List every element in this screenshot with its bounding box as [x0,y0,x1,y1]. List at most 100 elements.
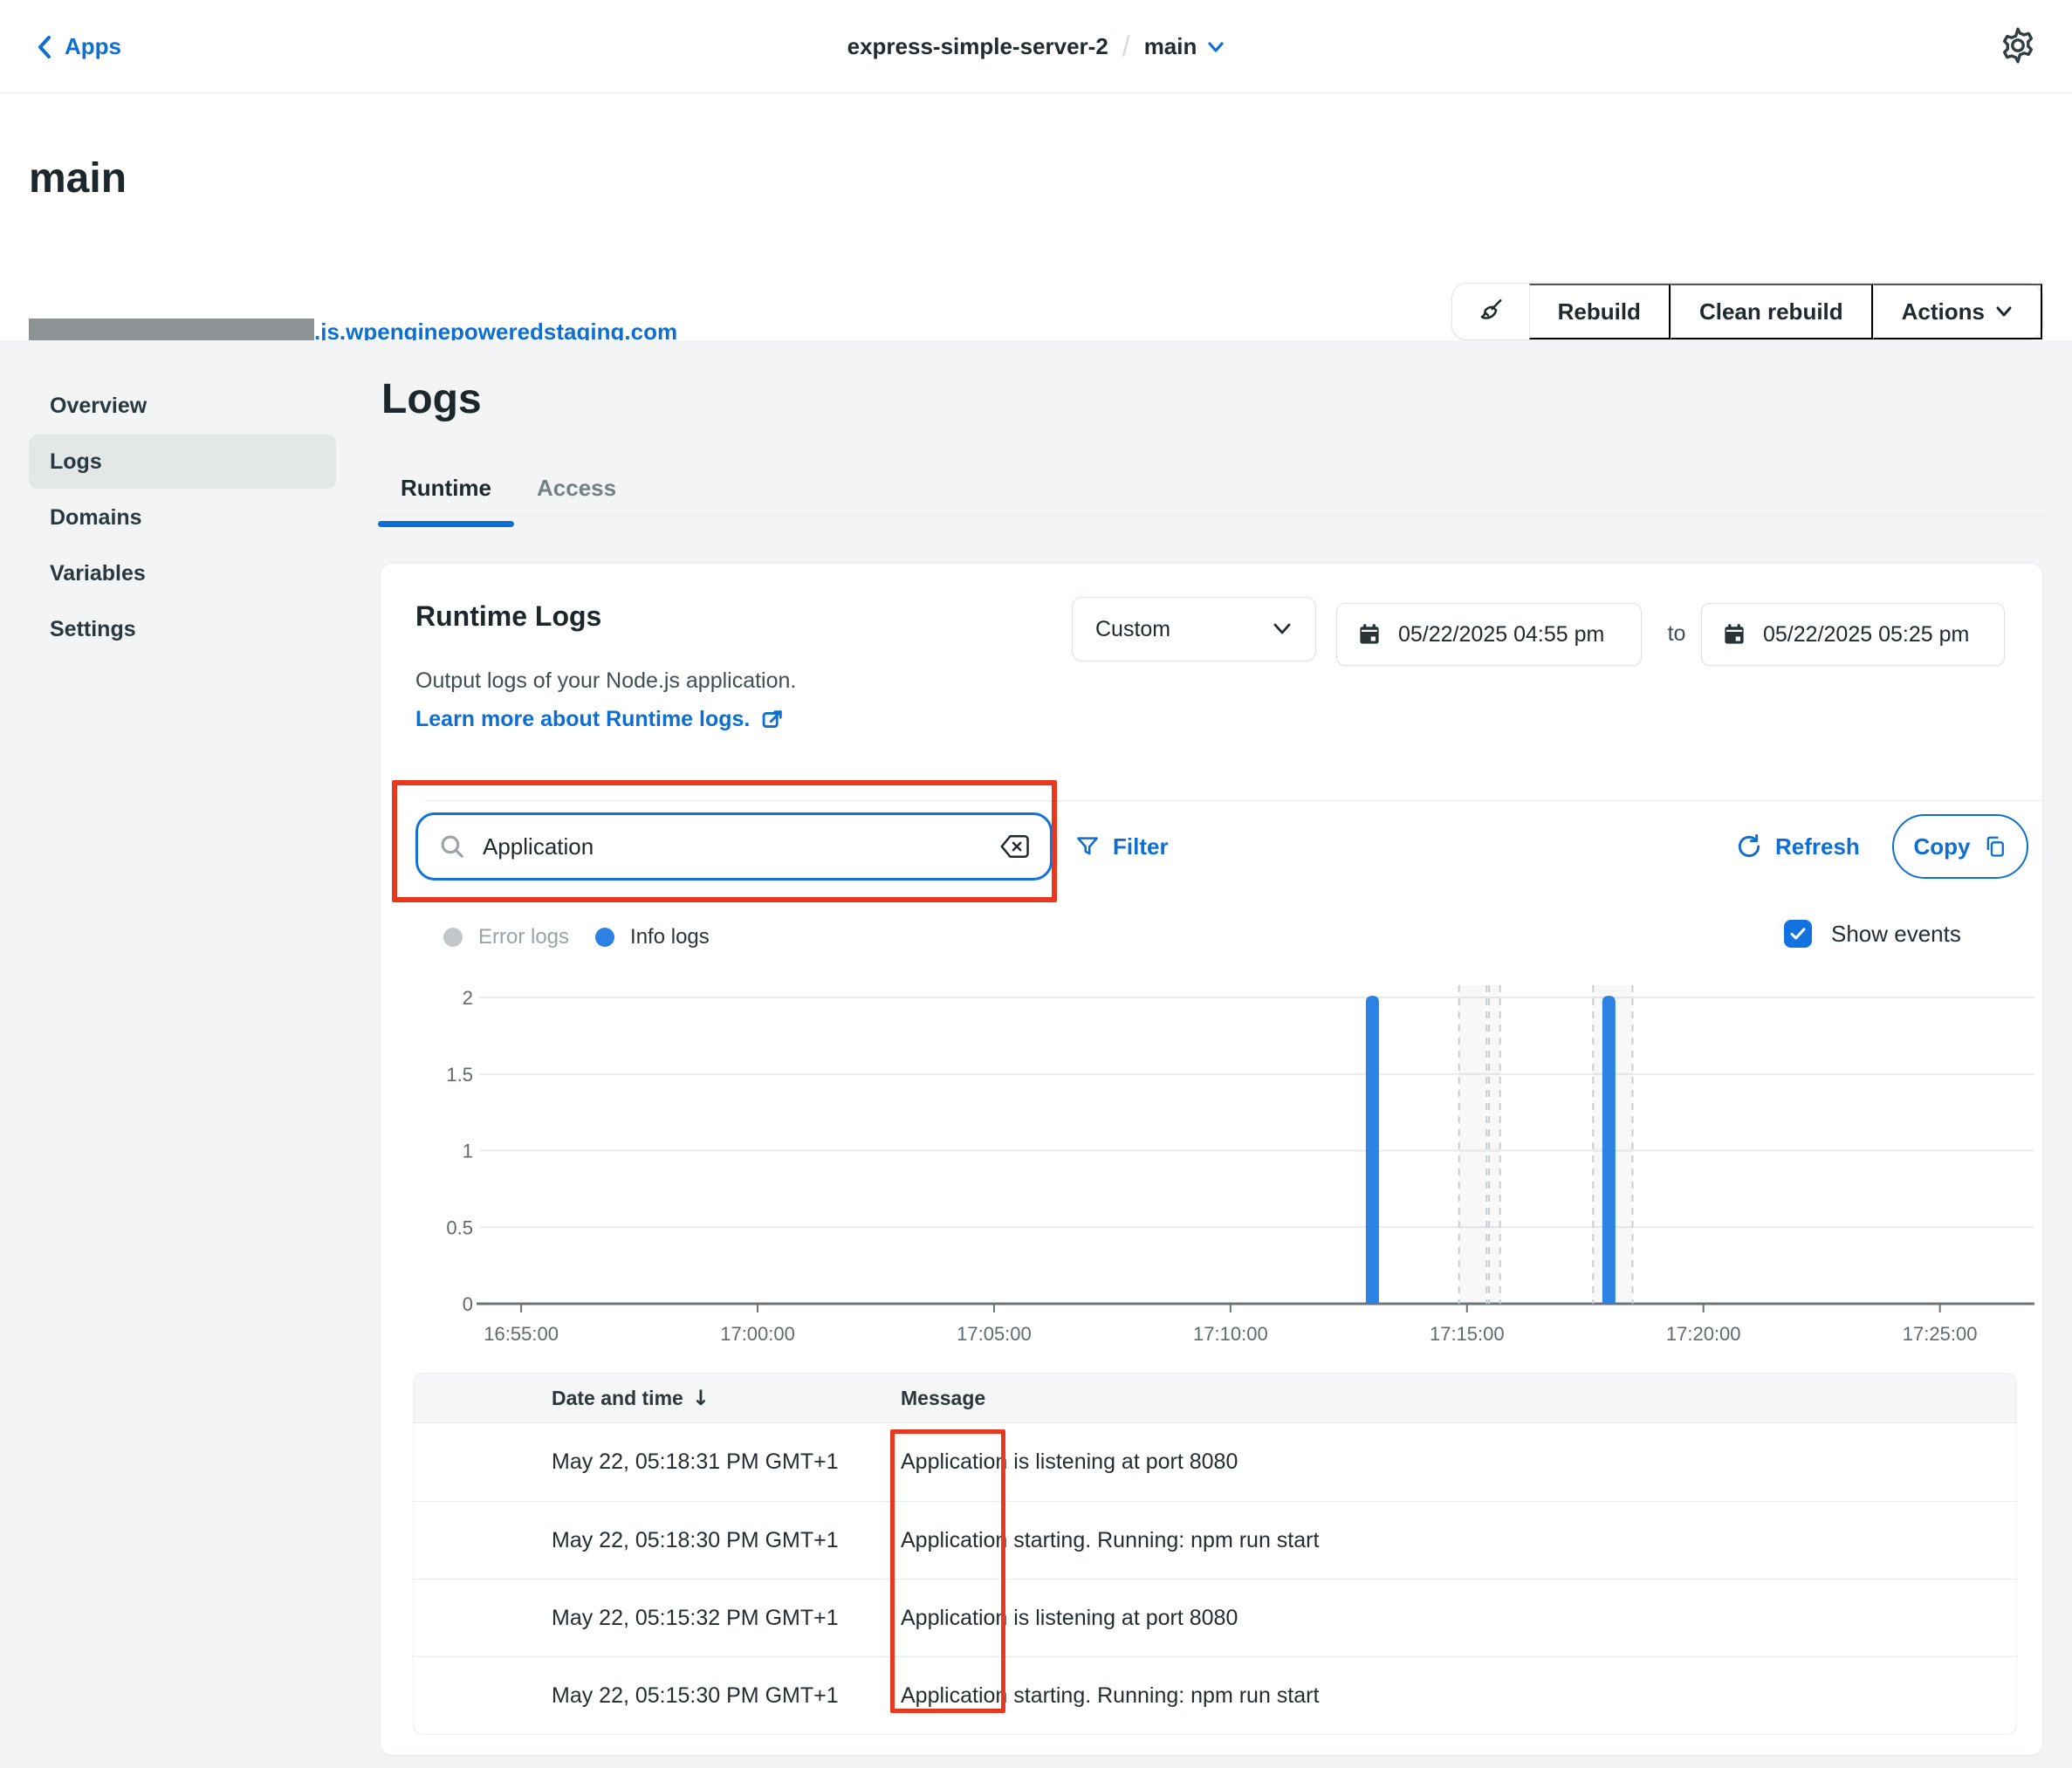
sidebar-item-settings[interactable]: Settings [29,602,336,656]
chart-legend: Error logs Info logs [443,920,710,955]
log-message-cell: Application starting. Running: npm run s… [901,1528,2016,1553]
copy-icon [1983,834,2007,859]
runtime-logs-card: Runtime Logs Output logs of your Node.js… [380,563,2043,1756]
show-events-label: Show events [1831,921,1961,948]
copy-button[interactable]: Copy [1892,814,2028,879]
content-area: OverviewLogsDomainsVariablesSettings Log… [0,340,2072,1768]
sort-desc-icon: ↓ [692,1386,710,1410]
legend-error-logs-toggle[interactable]: Error logs [443,925,569,949]
actions-label: Actions [1902,298,1985,326]
time-range-select[interactable]: Custom [1072,597,1316,661]
log-datetime-cell: May 22, 05:18:31 PM GMT+1 [552,1449,901,1475]
svg-text:2: 2 [463,987,473,1009]
svg-text:17:05:00: 17:05:00 [957,1323,1032,1345]
calendar-icon [1721,621,1747,648]
search-icon [437,832,467,861]
error-logs-label: Error logs [478,925,569,949]
sidebar: OverviewLogsDomainsVariablesSettings [29,379,336,658]
runtime-logs-title: Runtime Logs [415,600,601,633]
info-logs-label: Info logs [630,925,710,949]
funnel-icon [1074,833,1101,860]
log-datetime-cell: May 22, 05:18:30 PM GMT+1 [552,1528,901,1553]
purge-cache-button[interactable] [1452,284,1529,339]
log-table-body: May 22, 05:18:31 PM GMT+1Application is … [414,1423,2016,1734]
svg-text:1: 1 [463,1141,473,1162]
runtime-logs-description: Output logs of your Node.js application. [415,668,796,694]
date-from-input[interactable]: 05/22/2025 04:55 pm [1336,603,1642,666]
sidebar-item-variables[interactable]: Variables [29,546,336,600]
logs-tabs: Runtime Access [378,468,639,524]
chevron-down-icon [1995,305,2013,318]
top-bar: Apps express-simple-server-2 / main [0,0,2072,93]
tab-runtime[interactable]: Runtime [378,468,514,524]
refresh-icon [1735,833,1763,860]
date-from-value: 05/22/2025 04:55 pm [1398,622,1604,648]
svg-text:17:20:00: 17:20:00 [1666,1323,1741,1345]
date-range-to-label: to [1650,621,1703,647]
table-row: May 22, 05:18:31 PM GMT+1Application is … [414,1423,2016,1501]
date-and-time-header-label: Date and time [552,1387,683,1410]
date-to-input[interactable]: 05/22/2025 05:25 pm [1701,603,2005,666]
logs-section-title: Logs [381,375,482,423]
svg-text:0.5: 0.5 [446,1216,473,1238]
environment-switcher[interactable]: main [1144,33,1225,60]
page-title: main [29,154,127,202]
breadcrumb-separator: / [1122,31,1130,63]
gear-icon [1997,24,2039,66]
rebuild-button[interactable]: Rebuild [1529,284,1671,339]
show-events-toggle[interactable]: Show events [1784,920,1961,948]
log-message-cell: Application is listening at port 8080 [901,1449,2016,1475]
svg-text:17:25:00: 17:25:00 [1903,1323,1978,1345]
breadcrumb-app-name: express-simple-server-2 [847,33,1108,60]
sidebar-item-domains[interactable]: Domains [29,490,336,545]
log-message-cell: Application starting. Running: npm run s… [901,1683,2016,1709]
log-search-box [415,812,1053,881]
sidebar-item-overview[interactable]: Overview [29,379,336,433]
environment-header: main .js.wpenginepoweredstaging.com Rebu… [0,93,2072,340]
error-logs-dot [443,928,463,947]
chevron-down-icon [1272,622,1293,636]
search-input[interactable] [481,833,985,861]
svg-text:1.5: 1.5 [446,1064,473,1086]
log-datetime-cell: May 22, 05:15:32 PM GMT+1 [552,1606,901,1631]
tab-access[interactable]: Access [514,468,639,524]
environment-actions-group: Rebuild Clean rebuild Actions [1451,283,2043,340]
log-volume-chart-svg: 0 0.5 1 1.5 2 16:55:00 17:00:00 17:05:00 17:10:0… [415,974,2044,1349]
column-date-and-time[interactable]: Date and time ↓ [552,1386,901,1410]
svg-text:17:00:00: 17:00:00 [720,1323,795,1345]
sidebar-item-logs[interactable]: Logs [29,435,336,489]
log-table-header: Date and time ↓ Message [414,1374,2016,1423]
learn-more-label: Learn more about Runtime logs. [415,707,750,732]
table-row: May 22, 05:18:30 PM GMT+1Application sta… [414,1501,2016,1579]
clean-rebuild-button[interactable]: Clean rebuild [1671,284,1873,339]
svg-text:17:15:00: 17:15:00 [1430,1323,1505,1345]
calendar-icon [1356,621,1382,648]
info-logs-dot [595,928,614,947]
date-to-value: 05/22/2025 05:25 pm [1763,622,1969,648]
breadcrumb: express-simple-server-2 / main [0,0,2072,93]
external-link-icon [760,708,785,732]
filter-button[interactable]: Filter [1074,812,1169,881]
breadcrumb-env-name: main [1144,33,1197,60]
log-datetime-cell: May 22, 05:15:30 PM GMT+1 [552,1683,901,1709]
show-events-checkbox[interactable] [1784,920,1812,948]
svg-text:17:10:00: 17:10:00 [1193,1323,1268,1345]
refresh-button[interactable]: Refresh [1735,812,1860,881]
clear-search-icon[interactable] [999,833,1031,860]
log-table: Date and time ↓ Message May 22, 05:18:31… [413,1373,2017,1735]
tabs-divider [378,515,2043,516]
learn-more-link[interactable]: Learn more about Runtime logs. [415,707,785,732]
column-message: Message [901,1387,985,1410]
toolbar-divider [425,800,2041,801]
broom-icon [1475,296,1506,327]
settings-gear-button[interactable] [1997,24,2039,66]
svg-text:16:55:00: 16:55:00 [484,1323,559,1345]
table-row: May 22, 05:15:30 PM GMT+1Application sta… [414,1656,2016,1734]
time-range-value: Custom [1095,617,1170,642]
svg-text:0: 0 [463,1293,473,1315]
legend-info-logs-toggle[interactable]: Info logs [595,925,710,949]
copy-label: Copy [1914,833,1971,860]
chevron-down-icon [1207,41,1225,53]
actions-dropdown-button[interactable]: Actions [1873,284,2042,339]
log-message-cell: Application is listening at port 8080 [901,1606,2016,1631]
